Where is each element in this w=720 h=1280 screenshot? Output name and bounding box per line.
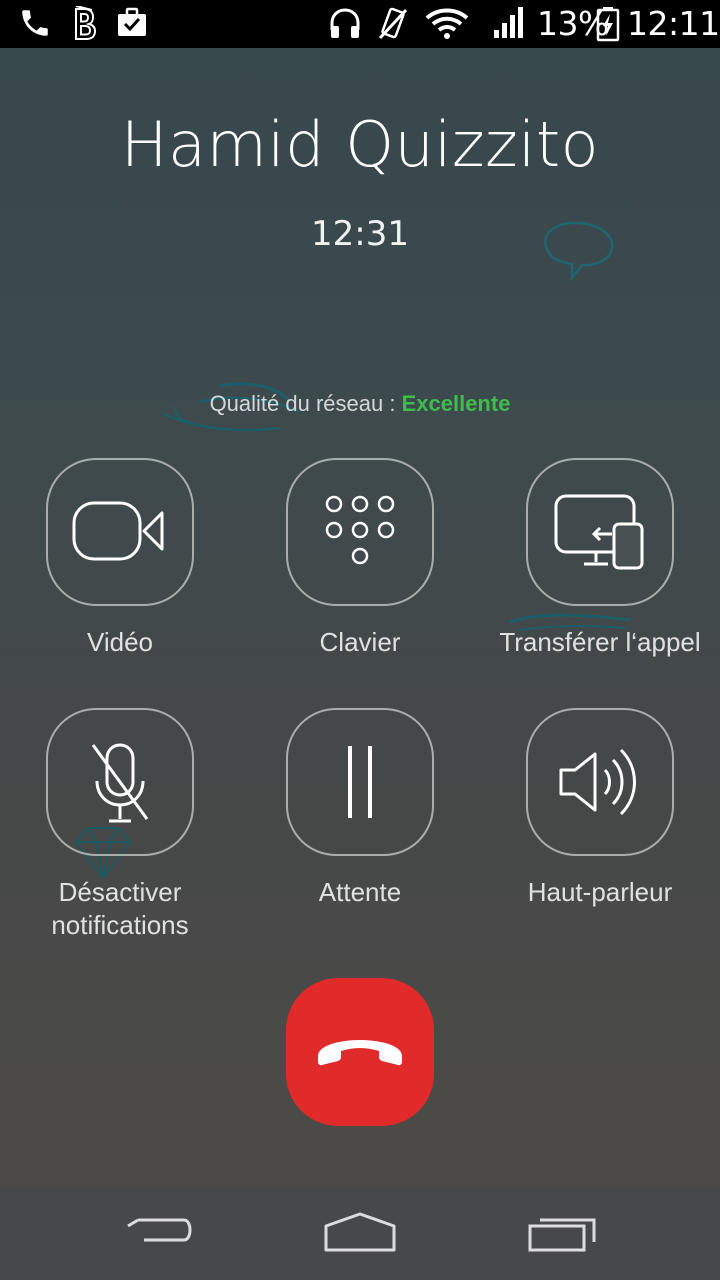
keypad-label: Clavier [319,627,401,657]
speaker-icon [559,748,636,816]
video-camera-icon [72,501,164,561]
network-quality-value: Excellente [401,391,511,416]
recents-icon[interactable] [526,1210,598,1254]
clock: 12:11 [627,4,720,43]
mute-label: Désactiver notifications [0,876,240,942]
battery-charging-icon [596,7,620,42]
home-icon[interactable] [322,1210,398,1254]
network-quality: Qualité du réseau : Excellente [0,391,720,417]
call-duration: 12:31 [311,214,409,254]
briefcase-check-icon [118,7,146,36]
pause-icon [348,746,372,818]
video-button[interactable] [46,458,194,606]
headphones-icon [330,8,360,38]
video-label: Vidéo [86,627,154,657]
network-quality-label: Qualité du réseau : [209,391,396,416]
mute-button[interactable] [46,708,194,856]
mute-label-line2: notifications [51,910,189,940]
transfer-call-label: Transférer l‘appel [499,627,701,657]
speaker-button[interactable] [526,708,674,856]
transfer-device-icon [554,494,644,570]
vibrate-off-icon [378,7,408,40]
transfer-call-button[interactable] [526,458,674,606]
end-call-icon [318,1040,402,1066]
hold-button[interactable] [286,708,434,856]
b-app-icon [75,6,97,40]
status-bar: 13% 12:11 [0,0,720,48]
dialpad-icon [325,495,395,565]
wifi-icon [425,8,469,39]
caller-name: Hamid Quizzito [120,108,600,181]
hold-label: Attente [318,877,402,907]
keypad-button[interactable] [286,458,434,606]
signal-icon [494,7,523,38]
speaker-label: Haut-parleur [527,877,673,907]
phone-icon [22,10,48,36]
navigation-bar [0,1186,720,1280]
mic-off-icon [91,743,149,823]
back-icon[interactable] [124,1210,196,1256]
end-call-button[interactable] [286,978,434,1126]
mute-label-line1: Désactiver [58,877,182,907]
